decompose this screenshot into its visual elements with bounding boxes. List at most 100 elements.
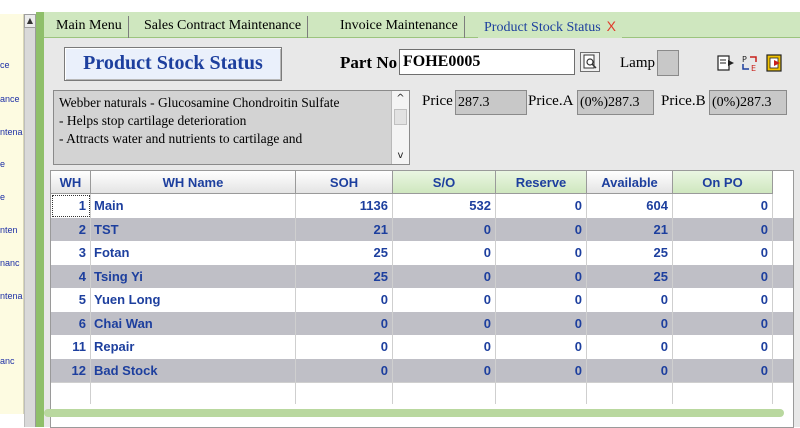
cell-wh-name[interactable]: Repair — [91, 335, 296, 359]
lookup-button[interactable] — [580, 52, 600, 72]
column-header-wh-name[interactable]: WH Name — [91, 171, 296, 194]
cell-so[interactable]: 0 — [393, 311, 496, 335]
cell-on-po[interactable]: 0 — [673, 311, 773, 335]
cell-available[interactable]: 25 — [587, 241, 673, 265]
side-menu-item[interactable]: e — [0, 192, 5, 202]
column-header-wh[interactable]: WH — [51, 171, 91, 194]
cell-soh[interactable]: 25 — [296, 264, 393, 288]
side-menu-item[interactable]: ntena — [0, 127, 23, 137]
product-description[interactable]: Webber naturals - Glucosamine Chondroiti… — [53, 90, 410, 165]
table-row[interactable]: 12 Bad Stock 0 0 0 0 0 — [51, 358, 793, 382]
cell-reserve[interactable]: 0 — [496, 217, 587, 241]
cell-wh-name[interactable]: Yuen Long — [91, 288, 296, 312]
tab-main-menu[interactable]: Main Menu — [50, 16, 129, 38]
description-line: - Attracts water and nutrients to cartil… — [59, 131, 303, 146]
exit-icon[interactable] — [765, 53, 785, 73]
side-menu-item[interactable]: nten — [0, 225, 18, 235]
cell-wh[interactable]: 1 — [51, 194, 91, 218]
scroll-thumb[interactable] — [394, 109, 407, 125]
cell-available[interactable]: 0 — [587, 358, 673, 382]
chevron-down-icon[interactable]: v — [392, 148, 409, 164]
cell-so[interactable]: 0 — [393, 241, 496, 265]
table-row[interactable]: 2 TST 21 0 0 21 0 — [51, 217, 793, 241]
description-scrollbar[interactable]: ^ v — [391, 91, 409, 164]
cell-on-po[interactable]: 0 — [673, 194, 773, 218]
cell-reserve[interactable]: 0 — [496, 358, 587, 382]
cell-reserve[interactable]: 0 — [496, 194, 587, 218]
tab-sales-contract-maintenance[interactable]: Sales Contract Maintenance — [138, 16, 309, 38]
cell-wh[interactable]: 12 — [51, 358, 91, 382]
cell-reserve[interactable]: 0 — [496, 335, 587, 359]
cell-available[interactable]: 0 — [587, 311, 673, 335]
cell-wh-name[interactable]: Chai Wan — [91, 311, 296, 335]
table-row[interactable]: 4 Tsing Yi 25 0 0 25 0 — [51, 264, 793, 288]
cell-reserve[interactable]: 0 — [496, 311, 587, 335]
part-no-input[interactable]: FOHE0005 — [399, 49, 575, 75]
cell-wh[interactable]: 3 — [51, 241, 91, 265]
cell-wh[interactable]: 6 — [51, 311, 91, 335]
cell-soh[interactable]: 1136 — [296, 194, 393, 218]
tab-label: Product Stock Status — [484, 20, 601, 35]
cell-wh[interactable]: 2 — [51, 217, 91, 241]
cell-so[interactable]: 0 — [393, 335, 496, 359]
cell-wh-name[interactable]: Bad Stock — [91, 358, 296, 382]
close-tab-icon[interactable]: X — [607, 18, 616, 34]
column-header-so[interactable]: S/O — [393, 171, 496, 194]
cell-wh[interactable]: 4 — [51, 264, 91, 288]
cell-on-po[interactable]: 0 — [673, 335, 773, 359]
cell-soh[interactable]: 0 — [296, 311, 393, 335]
cell-soh[interactable]: 0 — [296, 288, 393, 312]
export-icon[interactable] — [716, 53, 736, 73]
cell-available[interactable]: 0 — [587, 288, 673, 312]
cell-wh-name[interactable]: Fotan — [91, 241, 296, 265]
cell-reserve[interactable]: 0 — [496, 241, 587, 265]
chevron-up-icon[interactable]: ^ — [392, 91, 409, 107]
tab-product-stock-status[interactable]: Product Stock Status X — [478, 16, 623, 38]
cell-reserve[interactable]: 0 — [496, 288, 587, 312]
price-a-field: (0%)287.3 — [577, 90, 654, 115]
side-menu-item[interactable]: ce — [0, 60, 10, 70]
table-row[interactable]: 11 Repair 0 0 0 0 0 — [51, 335, 793, 359]
table-row[interactable]: 6 Chai Wan 0 0 0 0 0 — [51, 311, 793, 335]
cell-soh[interactable]: 25 — [296, 241, 393, 265]
scroll-up-arrow-icon[interactable]: ▲ — [24, 14, 36, 28]
side-menu-item[interactable]: anc — [0, 356, 15, 366]
cell-on-po[interactable]: 0 — [673, 358, 773, 382]
table-row[interactable]: 3 Fotan 25 0 0 25 0 — [51, 241, 793, 265]
cell-wh[interactable]: 5 — [51, 288, 91, 312]
cell-on-po[interactable]: 0 — [673, 288, 773, 312]
side-menu-item[interactable]: ntena — [0, 291, 23, 301]
tab-invoice-maintenance[interactable]: Invoice Maintenance — [334, 16, 465, 38]
transfer-icon[interactable]: P E — [740, 53, 760, 73]
cell-available[interactable]: 21 — [587, 217, 673, 241]
cell-available[interactable]: 604 — [587, 194, 673, 218]
cell-on-po[interactable]: 0 — [673, 264, 773, 288]
cell-soh[interactable]: 0 — [296, 335, 393, 359]
cell-so[interactable]: 0 — [393, 358, 496, 382]
cell-so[interactable]: 0 — [393, 264, 496, 288]
cell-wh-name[interactable]: Tsing Yi — [91, 264, 296, 288]
cell-on-po[interactable]: 0 — [673, 241, 773, 265]
cell-so[interactable]: 0 — [393, 288, 496, 312]
cell-wh-name[interactable]: Main — [91, 194, 296, 218]
cell-so[interactable]: 0 — [393, 217, 496, 241]
cell-available[interactable]: 25 — [587, 264, 673, 288]
column-header-reserve[interactable]: Reserve — [496, 171, 587, 194]
table-row[interactable]: 1 Main 1136 532 0 604 0 — [51, 194, 793, 218]
cell-soh[interactable]: 21 — [296, 217, 393, 241]
side-menu-item[interactable]: nanc — [0, 258, 20, 268]
cell-reserve[interactable]: 0 — [496, 264, 587, 288]
column-header-soh[interactable]: SOH — [296, 171, 393, 194]
table-row[interactable]: 5 Yuen Long 0 0 0 0 0 — [51, 288, 793, 312]
side-menu-item[interactable]: ance — [0, 94, 20, 104]
cell-wh-name[interactable]: TST — [91, 217, 296, 241]
cell-available[interactable]: 0 — [587, 335, 673, 359]
cell-wh[interactable]: 11 — [51, 335, 91, 359]
cell-soh[interactable]: 0 — [296, 358, 393, 382]
side-menu-item[interactable]: e — [0, 159, 5, 169]
cell-so[interactable]: 532 — [393, 194, 496, 218]
column-header-available[interactable]: Available — [587, 171, 673, 194]
column-header-on-po[interactable]: On PO — [673, 171, 773, 194]
sidebar-scrollbar[interactable] — [24, 14, 36, 427]
cell-on-po[interactable]: 0 — [673, 217, 773, 241]
